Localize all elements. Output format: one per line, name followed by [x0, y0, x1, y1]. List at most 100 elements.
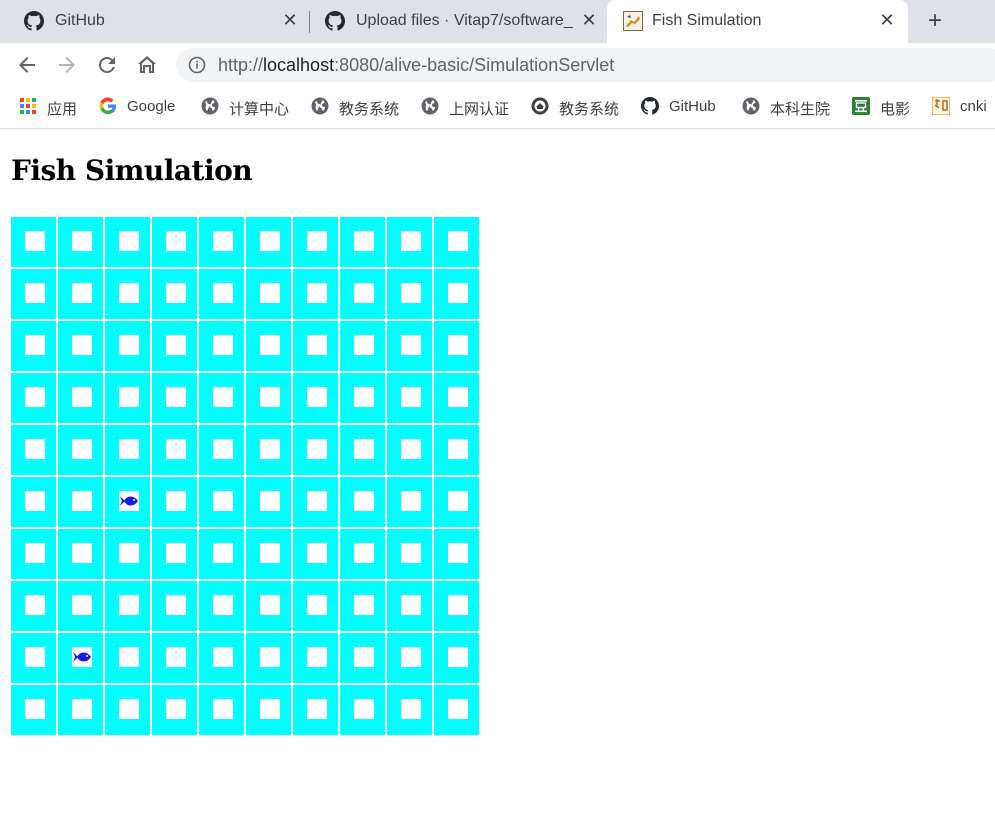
empty-water-square [354, 491, 374, 511]
fish-icon [72, 647, 92, 667]
empty-water-square [448, 491, 468, 511]
new-tab-button[interactable]: + [923, 9, 947, 33]
browser-toolbar: http://localhost:8080/alive-basic/Simula… [0, 43, 995, 87]
grid-cell [58, 425, 105, 477]
address-bar[interactable]: http://localhost:8080/alive-basic/Simula… [176, 48, 995, 82]
back-button[interactable] [15, 53, 39, 77]
empty-water-square [25, 387, 45, 407]
grid-cell [58, 321, 105, 373]
grid-cell [434, 685, 481, 737]
empty-water-square [72, 231, 92, 251]
tab-github[interactable]: GitHub ✕ [0, 0, 307, 43]
bookmarks-bar: 应用 Google 计算中心 教务系统 上网认证 教务系统 GitHub 本科生… [0, 87, 995, 129]
empty-water-square [260, 387, 280, 407]
grid-cell [387, 581, 434, 633]
grid-cell [152, 269, 199, 321]
grid-cell [152, 633, 199, 685]
grid-cell [58, 529, 105, 581]
grid-cell [434, 373, 481, 425]
info-icon[interactable] [188, 56, 206, 74]
grid-cell [387, 217, 434, 269]
grid-cell [105, 633, 152, 685]
grid-cell [58, 685, 105, 737]
close-icon[interactable]: ✕ [579, 10, 599, 30]
url-path: :8080/alive-basic/SimulationServlet [334, 55, 615, 75]
grid-cell [293, 529, 340, 581]
empty-water-square [307, 647, 327, 667]
fish-icon [119, 491, 139, 511]
close-icon[interactable]: ✕ [280, 10, 300, 30]
grid-cell [340, 425, 387, 477]
empty-water-square [448, 647, 468, 667]
grid-cell [152, 581, 199, 633]
empty-water-square [119, 699, 139, 719]
empty-water-square [260, 283, 280, 303]
grid-cell [293, 425, 340, 477]
grid-cell [293, 685, 340, 737]
empty-water-square [72, 283, 92, 303]
empty-water-square [119, 231, 139, 251]
grid-cell [246, 581, 293, 633]
empty-water-square [401, 543, 421, 563]
empty-water-square [354, 439, 374, 459]
empty-water-square [448, 543, 468, 563]
grid-cell [105, 477, 152, 529]
empty-water-square [401, 699, 421, 719]
bookmark-label: cnki [960, 98, 987, 115]
grid-cell [105, 529, 152, 581]
bookmark-label: 本科生院 [770, 101, 831, 118]
grid-cell [199, 217, 246, 269]
empty-water-square [448, 595, 468, 615]
reload-button[interactable] [95, 53, 119, 77]
tab-upload-files[interactable]: Upload files · Vitap7/software_ ✕ [301, 0, 608, 43]
empty-water-square [213, 335, 233, 355]
empty-water-square [119, 283, 139, 303]
globe-icon [201, 97, 219, 115]
empty-water-square [119, 595, 139, 615]
grid-cell [434, 269, 481, 321]
grid-cell [246, 217, 293, 269]
empty-water-square [307, 335, 327, 355]
grid-cell [105, 321, 152, 373]
empty-water-square [260, 595, 280, 615]
grid-cell [387, 685, 434, 737]
grid-cell [11, 217, 58, 269]
grid-cell [105, 269, 152, 321]
tab-title: GitHub [55, 12, 105, 29]
empty-water-square [307, 595, 327, 615]
grid-cell [246, 685, 293, 737]
grid-cell [199, 373, 246, 425]
home-button[interactable] [135, 53, 159, 77]
empty-water-square [354, 699, 374, 719]
grid-cell [105, 685, 152, 737]
forward-button[interactable] [55, 53, 79, 77]
grid-cell [246, 269, 293, 321]
grid-cell [387, 477, 434, 529]
empty-water-square [307, 491, 327, 511]
empty-water-square [354, 231, 374, 251]
google-icon [99, 97, 117, 115]
grid-cell [293, 269, 340, 321]
empty-water-square [166, 231, 186, 251]
grid-cell [58, 633, 105, 685]
empty-water-square [166, 283, 186, 303]
close-icon[interactable]: ✕ [877, 10, 897, 30]
bookmark-label: GitHub [669, 98, 716, 115]
reload-icon [99, 57, 115, 73]
tab-fish-simulation[interactable]: Fish Simulation ✕ [607, 0, 908, 43]
empty-water-square [448, 283, 468, 303]
grid-cell [387, 425, 434, 477]
empty-water-square [307, 283, 327, 303]
empty-water-square [354, 387, 374, 407]
empty-water-square [119, 647, 139, 667]
empty-water-square [213, 699, 233, 719]
empty-water-square [166, 439, 186, 459]
grid-cell [58, 581, 105, 633]
grid-cell [434, 321, 481, 373]
empty-water-square [401, 335, 421, 355]
grid-cell [387, 633, 434, 685]
empty-water-square [119, 387, 139, 407]
empty-water-square [354, 283, 374, 303]
globe-icon [742, 97, 760, 115]
empty-water-square [354, 335, 374, 355]
